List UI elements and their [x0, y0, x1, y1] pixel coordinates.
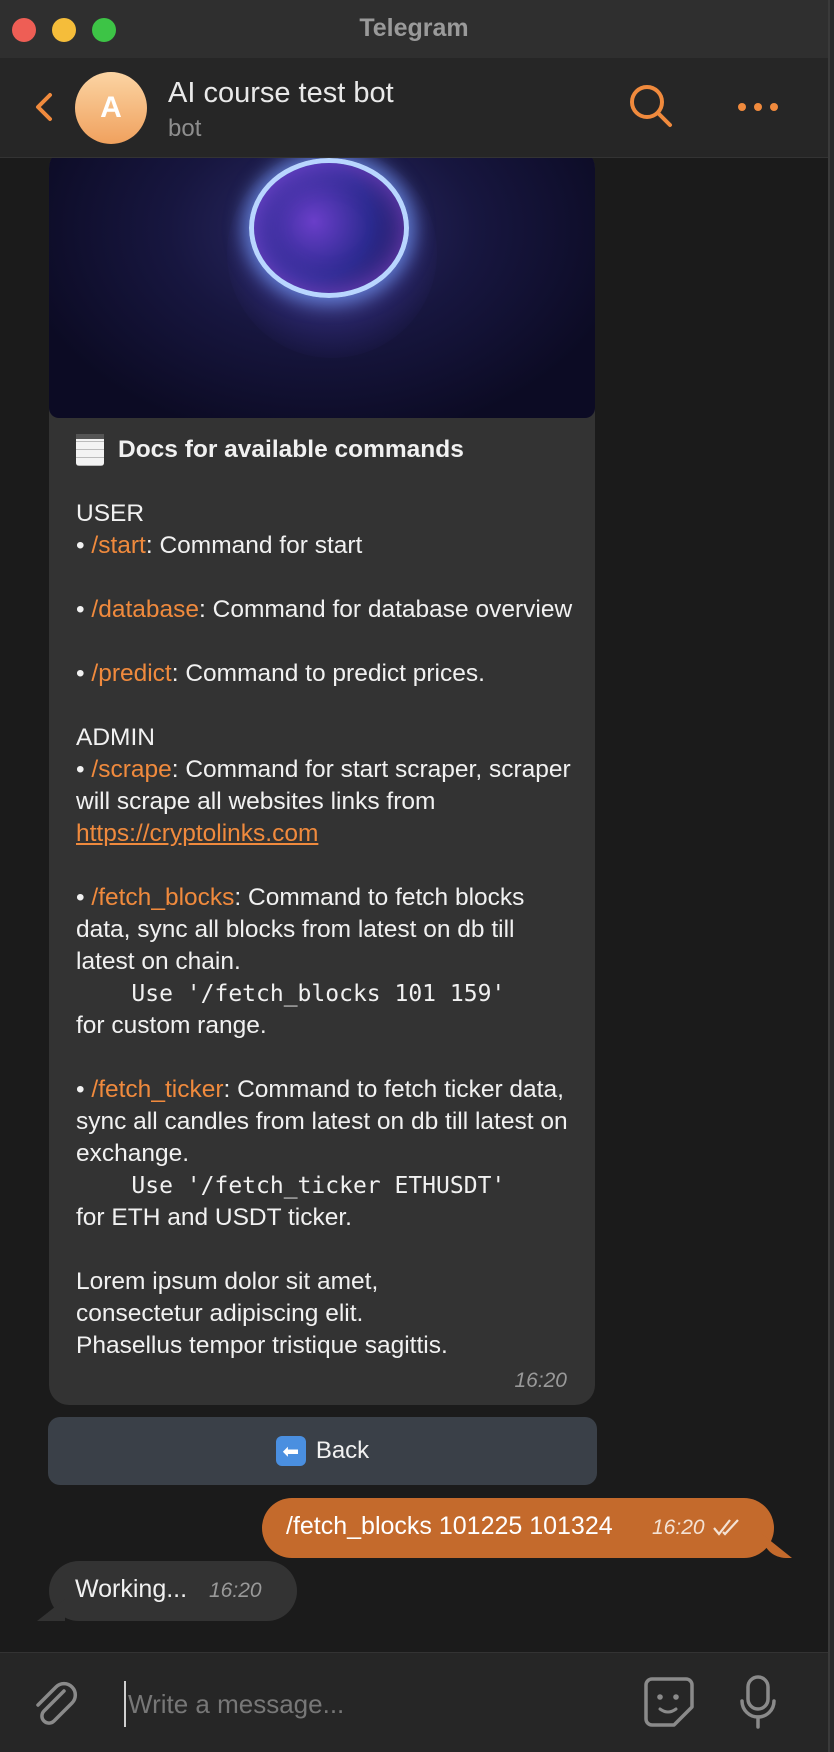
telegram-window: Telegram A AI course test bot bot Docs f… — [0, 0, 830, 1752]
working-message-time: 16:20 — [209, 1579, 262, 1602]
sticker-icon[interactable] — [640, 1673, 698, 1731]
scrape-command-link[interactable]: /scrape — [91, 756, 171, 783]
bubble-tail — [37, 1599, 65, 1621]
fetch-ticker-line: • /fetch_ticker: Command to fetch ticker… — [76, 1076, 568, 1167]
working-message-text: Working... — [75, 1575, 188, 1603]
doc-title: Docs for available commands — [76, 434, 576, 466]
search-icon[interactable] — [626, 81, 676, 131]
fetch-blocks-usage: Use '/fetch_blocks 101 159' — [76, 981, 506, 1007]
message-composer — [0, 1652, 828, 1752]
start-line: • /start: Command for start — [76, 532, 363, 559]
more-options-icon[interactable] — [734, 89, 782, 125]
working-message: Working... 16:20 — [37, 1561, 297, 1621]
lorem-text: Lorem ipsum dolor sit amet, consectetur … — [76, 1268, 448, 1359]
orb-graphic — [249, 158, 409, 298]
window-title: Telegram — [359, 14, 469, 42]
chat-header: A AI course test bot bot — [0, 59, 828, 158]
back-arrow-icon: ⬅ — [275, 1436, 306, 1466]
start-description: : Command for start — [145, 532, 363, 559]
paperclip-icon[interactable] — [30, 1677, 80, 1729]
avatar[interactable]: A — [75, 72, 147, 144]
fetch-ticker-command-link[interactable]: /fetch_ticker — [91, 1076, 223, 1103]
title-bar: Telegram — [0, 0, 828, 59]
section-admin-label: ADMIN — [76, 724, 155, 751]
fetch-blocks-command-link[interactable]: /fetch_blocks — [91, 884, 234, 911]
fetch-blocks-usage-tail: for custom range. — [76, 1012, 267, 1039]
back-inline-button[interactable]: ⬅ Back — [48, 1417, 597, 1485]
message-text: Docs for available commands USER • /star… — [76, 418, 576, 1362]
memo-icon — [76, 434, 104, 466]
outgoing-message-time: 16:20 — [652, 1516, 705, 1539]
back-chevron-icon[interactable] — [30, 87, 60, 127]
outgoing-message: /fetch_blocks 101225 101324 16:20 — [262, 1498, 792, 1558]
predict-description: : Command to predict prices. — [171, 660, 485, 687]
message-image[interactable] — [49, 158, 595, 418]
fetch-ticker-usage-tail: for ETH and USDT ticker. — [76, 1204, 352, 1231]
scrape-line: • /scrape: Command for start scraper, sc… — [76, 756, 571, 847]
read-receipt-icon — [713, 1519, 739, 1536]
commands-doc-message: Docs for available commands USER • /star… — [49, 158, 595, 1405]
bubble-tail — [762, 1534, 792, 1558]
chat-history[interactable]: Docs for available commands USER • /star… — [0, 158, 828, 1652]
fetch-blocks-line: • /fetch_blocks: Command to fetch blocks… — [76, 884, 525, 975]
microphone-icon[interactable] — [738, 1673, 778, 1731]
background-window-edge — [830, 0, 834, 1752]
cryptolinks-link[interactable]: https://cryptolinks.com — [76, 820, 318, 847]
predict-line: • /predict: Command to predict prices. — [76, 660, 485, 687]
chat-name[interactable]: AI course test bot — [168, 77, 394, 110]
message-input[interactable] — [124, 1681, 620, 1727]
chat-status: bot — [168, 115, 202, 142]
predict-command-link[interactable]: /predict — [91, 660, 171, 687]
database-command-link[interactable]: /database — [91, 596, 199, 623]
back-button-label: Back — [315, 1437, 370, 1464]
fetch-ticker-usage: Use '/fetch_ticker ETHUSDT' — [76, 1173, 506, 1199]
start-command-link[interactable]: /start — [91, 532, 145, 559]
message-time: 16:20 — [514, 1369, 567, 1392]
doc-title-text: Docs for available commands — [118, 436, 464, 463]
section-user-label: USER — [76, 500, 145, 527]
database-description: : Command for database overview — [199, 596, 573, 623]
database-line: • /database: Command for database overvi… — [76, 596, 573, 623]
outgoing-message-text: /fetch_blocks 101225 101324 — [286, 1512, 613, 1540]
